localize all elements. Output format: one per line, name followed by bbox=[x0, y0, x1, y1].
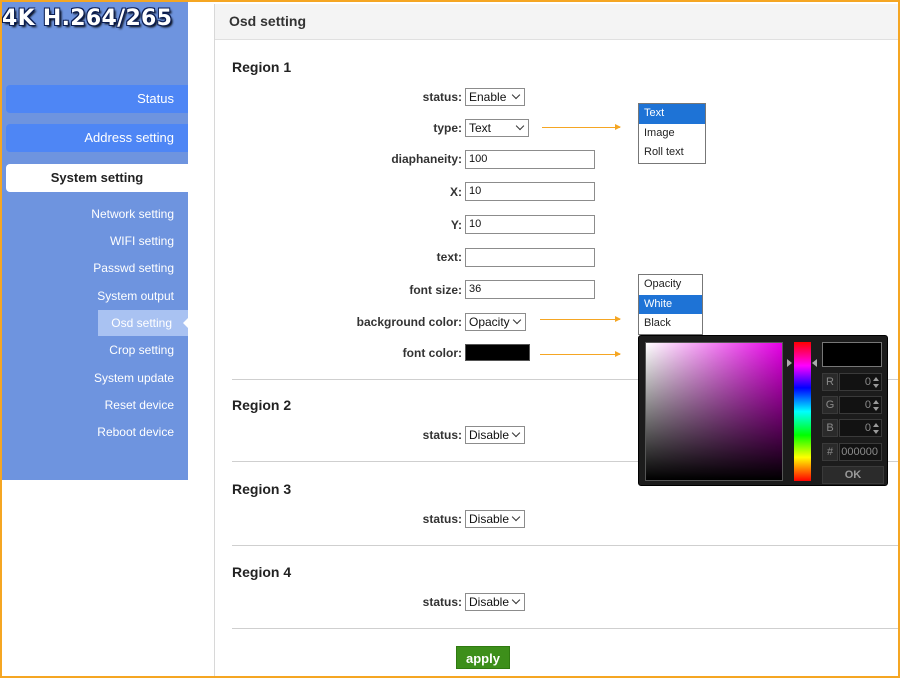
region1-fontcolor-label: font color: bbox=[402, 346, 462, 360]
region2-status-select[interactable]: Disable bbox=[465, 426, 525, 444]
sub-network-setting[interactable]: Network setting bbox=[60, 205, 174, 223]
callout-arrow-bg bbox=[540, 316, 621, 322]
region4-status-select[interactable]: Disable bbox=[465, 593, 525, 611]
bg-option-opacity[interactable]: Opacity bbox=[639, 275, 702, 295]
ok-button[interactable]: OK bbox=[822, 466, 884, 484]
callout-arrow-type bbox=[542, 124, 621, 130]
region1-type-select[interactable]: Text bbox=[465, 119, 529, 137]
spinner-icon[interactable] bbox=[873, 423, 879, 434]
callout-arrow-fontcolor bbox=[540, 351, 621, 357]
blue-label: B bbox=[822, 419, 838, 437]
nav-address-setting[interactable]: Address setting bbox=[6, 124, 188, 152]
text-input[interactable] bbox=[465, 248, 595, 267]
bg-color-select[interactable]: Opacity bbox=[465, 313, 526, 331]
chevron-down-icon bbox=[512, 315, 522, 325]
divider bbox=[232, 628, 898, 629]
red-input[interactable]: 0 bbox=[839, 373, 882, 391]
region1-type-label: type: bbox=[433, 121, 462, 135]
region1-title: Region 1 bbox=[232, 59, 292, 75]
green-field: G 0 bbox=[822, 396, 884, 414]
green-value: 0 bbox=[864, 399, 871, 411]
chevron-down-icon bbox=[511, 595, 521, 605]
type-option-text[interactable]: Text bbox=[639, 104, 705, 124]
x-input[interactable]: 10 bbox=[465, 182, 595, 201]
sub-system-update[interactable]: System update bbox=[60, 369, 174, 387]
chevron-down-icon bbox=[511, 90, 521, 100]
blue-input[interactable]: 0 bbox=[839, 419, 882, 437]
region1-fontsize-label: font size: bbox=[409, 283, 462, 297]
sub-system-output[interactable]: System output bbox=[60, 287, 174, 305]
region1-status-select[interactable]: Enable bbox=[465, 88, 525, 106]
region3-status-select[interactable]: Disable bbox=[465, 510, 525, 528]
region3-title: Region 3 bbox=[232, 481, 292, 497]
region4-status-label: status: bbox=[422, 595, 462, 609]
region1-status-label: status: bbox=[422, 90, 462, 104]
sub-wifi-setting[interactable]: WIFI setting bbox=[60, 232, 174, 250]
region1-diaphaneity-label: diaphaneity: bbox=[391, 152, 462, 166]
nav-status[interactable]: Status bbox=[6, 85, 188, 113]
hue-marker-left bbox=[787, 359, 792, 367]
apply-button[interactable]: apply bbox=[456, 646, 510, 669]
bg-dropdown-list: Opacity White Black bbox=[638, 274, 703, 335]
spinner-icon[interactable] bbox=[873, 377, 879, 388]
sub-osd-setting[interactable]: Osd setting bbox=[98, 310, 188, 336]
region2-status-label: status: bbox=[422, 428, 462, 442]
green-input[interactable]: 0 bbox=[839, 396, 882, 414]
region1-status-value: Enable bbox=[469, 90, 507, 104]
divider bbox=[232, 545, 898, 546]
green-label: G bbox=[822, 396, 838, 414]
region2-status-value: Disable bbox=[469, 428, 510, 442]
region3-status-value: Disable bbox=[469, 512, 510, 526]
font-size-input[interactable]: 36 bbox=[465, 280, 595, 299]
sub-passwd-setting[interactable]: Passwd setting bbox=[60, 259, 174, 277]
bg-option-black[interactable]: Black bbox=[639, 314, 702, 334]
sub-reboot-device[interactable]: Reboot device bbox=[60, 423, 174, 441]
nav-system-setting[interactable]: System setting bbox=[6, 164, 188, 192]
chevron-down-icon bbox=[515, 121, 525, 131]
hue-slider[interactable] bbox=[794, 342, 811, 481]
region1-y-label: Y: bbox=[450, 218, 462, 232]
bg-color-value: Opacity bbox=[469, 315, 510, 329]
diaphaneity-input[interactable]: 100 bbox=[465, 150, 595, 169]
sub-crop-setting[interactable]: Crop setting bbox=[60, 341, 174, 359]
color-preview bbox=[822, 342, 882, 367]
type-option-roll-text[interactable]: Roll text bbox=[639, 143, 705, 163]
saturation-value-area[interactable] bbox=[645, 342, 783, 481]
region1-type-value: Text bbox=[469, 121, 492, 135]
hue-marker-right bbox=[812, 359, 817, 367]
red-value: 0 bbox=[864, 376, 871, 388]
blue-field: B 0 bbox=[822, 419, 884, 437]
region3-status-label: status: bbox=[422, 512, 462, 526]
hex-label: # bbox=[822, 443, 838, 461]
region1-text-label: text: bbox=[436, 250, 462, 264]
chevron-down-icon bbox=[511, 512, 521, 522]
region4-status-value: Disable bbox=[469, 595, 510, 609]
region1-bg-label: background color: bbox=[356, 315, 462, 329]
color-picker: R 0 G 0 B 0 # 000000 OK bbox=[638, 335, 888, 486]
chevron-down-icon bbox=[511, 428, 521, 438]
spinner-icon[interactable] bbox=[873, 400, 879, 411]
red-field: R 0 bbox=[822, 373, 884, 391]
font-color-swatch[interactable] bbox=[465, 344, 530, 361]
blue-value: 0 bbox=[864, 422, 871, 434]
hex-input[interactable]: 000000 bbox=[839, 443, 882, 461]
region4-title: Region 4 bbox=[232, 564, 292, 580]
brand-logo: 4K H.264/265 bbox=[2, 6, 173, 31]
type-dropdown-list: Text Image Roll text bbox=[638, 103, 706, 164]
type-option-image[interactable]: Image bbox=[639, 124, 705, 144]
panel-title: Osd setting bbox=[215, 4, 898, 40]
sub-reset-device[interactable]: Reset device bbox=[60, 396, 174, 414]
region2-title: Region 2 bbox=[232, 397, 292, 413]
region1-x-label: X: bbox=[450, 185, 462, 199]
hex-field: # 000000 bbox=[822, 443, 884, 461]
red-label: R bbox=[822, 373, 838, 391]
bg-option-white[interactable]: White bbox=[639, 294, 702, 314]
y-input[interactable]: 10 bbox=[465, 215, 595, 234]
